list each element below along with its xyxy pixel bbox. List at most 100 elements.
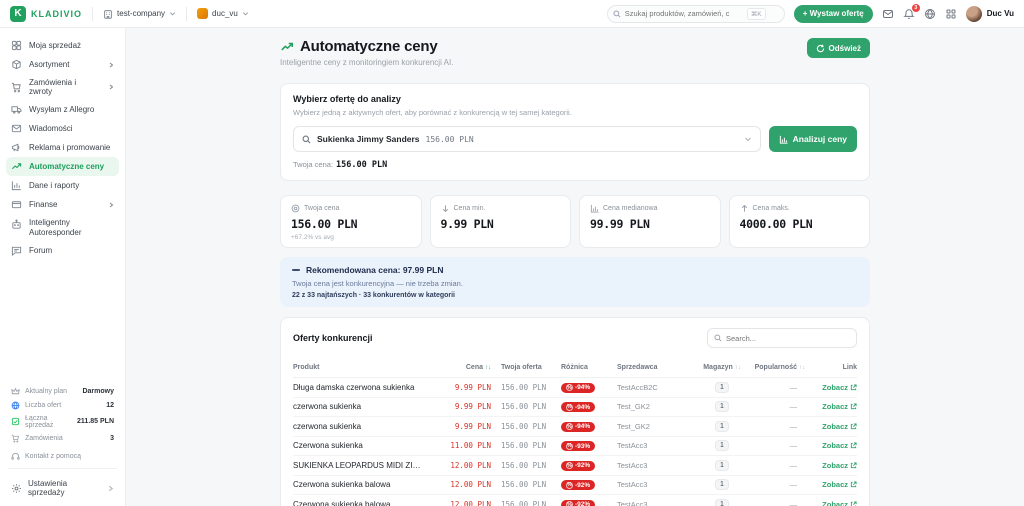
product-name: czerwona sukienka xyxy=(293,421,362,431)
organization-selector[interactable]: test-company xyxy=(103,9,176,19)
sidebar-item-forum[interactable]: Forum xyxy=(6,241,119,260)
user-menu[interactable]: Duc Vu xyxy=(965,5,1014,22)
col-roznica: Różnica xyxy=(561,364,588,371)
selected-offer-name: Sukienka Jimmy Sanders xyxy=(317,134,420,144)
stock-badge: 1 xyxy=(715,381,729,393)
stat-cards-row: Twoja cena 156.00 PLN +67.2% vs avg Cena… xyxy=(280,195,870,248)
sidebar-item-wysylam-z-allegro[interactable]: Wysyłam z Allegro xyxy=(6,100,119,119)
sales-settings-link[interactable]: Ustawienia sprzedaży xyxy=(6,474,119,500)
sidebar-item-dane-i-raporty[interactable]: Dane i raporty xyxy=(6,176,119,195)
chevron-right-icon xyxy=(107,485,114,492)
view-offer-link[interactable]: Zobacz xyxy=(809,441,857,450)
sidebar-item-wiadomosci[interactable]: Wiadomości xyxy=(6,119,119,138)
main-content: Automatyczne ceny Inteligentne ceny z mo… xyxy=(126,28,1024,506)
popularity-value: — xyxy=(789,421,798,431)
seller-name: TestAcc3 xyxy=(617,480,648,490)
percent-icon: % xyxy=(566,481,573,489)
sidebar-item-reklama[interactable]: Reklama i promowanie xyxy=(6,138,119,157)
sidebar-item-asortyment[interactable]: Asortyment xyxy=(6,55,119,74)
account-selector[interactable]: duc_vu xyxy=(197,8,249,19)
competitor-price: 12.00 PLN xyxy=(450,480,491,490)
divider xyxy=(186,6,188,21)
view-offer-link[interactable]: Zobacz xyxy=(809,461,857,470)
stat-card-your-price: Twoja cena 156.00 PLN +67.2% vs avg xyxy=(280,195,422,248)
col-cena[interactable]: Cena ↑↓ xyxy=(429,364,491,371)
percent-icon: % xyxy=(566,462,573,470)
bar-chart-icon xyxy=(11,181,21,191)
difference-badge: % -94% xyxy=(561,421,596,432)
competitor-price: 9.99 PLN xyxy=(454,402,491,412)
external-link-icon xyxy=(850,442,857,449)
seller-name: TestAcc3 xyxy=(617,499,648,506)
minus-icon xyxy=(292,269,300,271)
your-offer-price: 156.00 PLN xyxy=(501,499,547,506)
difference-badge: % -92% xyxy=(561,499,596,506)
refresh-button[interactable]: Odśwież xyxy=(806,38,870,58)
chevron-right-icon xyxy=(108,62,114,68)
wallet-icon xyxy=(11,201,22,209)
product-name: SUKIENKA LEOPARDUS MIDI ZIELONA xyxy=(293,460,429,470)
offers-count: 12 xyxy=(106,401,114,409)
your-price-stat: 156.00 PLN xyxy=(291,217,358,231)
stat-plan: Aktualny plan Darmowy xyxy=(6,384,119,398)
view-offer-link[interactable]: Zobacz xyxy=(809,402,857,411)
create-offer-button[interactable]: + Wystaw ofertę xyxy=(793,4,873,23)
external-link-icon xyxy=(850,423,857,429)
popularity-value: — xyxy=(789,480,798,490)
sidebar-item-autoresponder[interactable]: Inteligentny Autoresponder xyxy=(6,214,119,240)
globe-icon xyxy=(11,401,20,409)
offer-select-dropdown[interactable]: Sukienka Jimmy Sanders 156.00 PLN xyxy=(293,126,761,152)
table-row: Czerwona sukienka 11.00 PLN 156.00 PLN %… xyxy=(293,437,857,456)
view-offer-link[interactable]: Zobacz xyxy=(809,500,857,506)
view-offer-link[interactable]: Zobacz xyxy=(809,480,857,489)
refresh-icon xyxy=(816,44,824,52)
chevron-down-icon xyxy=(242,10,249,17)
mail-icon xyxy=(11,125,22,133)
table-row: Długa damska czerwona sukienka 9.99 PLN … xyxy=(293,378,857,398)
plan-value: Darmowy xyxy=(82,387,114,395)
robot-icon xyxy=(12,219,21,229)
stock-badge: 1 xyxy=(715,401,729,413)
language-globe-icon[interactable] xyxy=(924,8,936,20)
global-search[interactable]: ⌘K xyxy=(606,4,785,23)
view-offer-link[interactable]: Zobacz xyxy=(809,383,857,392)
divider xyxy=(8,468,117,469)
stock-badge: 1 xyxy=(715,498,729,506)
your-offer-price: 156.00 PLN xyxy=(501,460,547,470)
selected-offer-price: 156.00 PLN xyxy=(425,134,474,144)
table-row: czerwona sukienka 9.99 PLN 156.00 PLN % -… xyxy=(293,417,857,437)
sidebar-item-zamowienia[interactable]: Zamówienia i zwroty xyxy=(6,74,119,100)
seller-name: Test_GK2 xyxy=(617,421,650,431)
recommendation-banner: Rekomendowana cena: 97.99 PLN Twoja cena… xyxy=(280,257,870,307)
popularity-value: — xyxy=(789,382,798,392)
analyze-card-title: Wybierz ofertę do analizy xyxy=(293,94,401,104)
apps-grid-icon[interactable] xyxy=(945,8,957,20)
table-search-input[interactable] xyxy=(726,333,846,343)
arrow-down-icon xyxy=(442,205,448,213)
sidebar-item-moja-sprzedaz[interactable]: Moja sprzedaż xyxy=(6,36,119,55)
global-search-input[interactable] xyxy=(624,9,743,18)
sales-value: 211.85 PLN xyxy=(77,418,114,425)
table-header-row: Produkt Cena ↑↓ Twoja oferta Różnica Sprz… xyxy=(293,358,857,378)
page-title: Automatyczne ceny xyxy=(300,38,438,55)
product-name: Długa damska czerwona sukienka xyxy=(293,382,415,392)
table-search[interactable] xyxy=(707,328,857,348)
view-offer-link[interactable]: Zobacz xyxy=(809,422,857,431)
product-name: Czerwona sukienka xyxy=(293,441,363,451)
notifications-bell-icon[interactable]: 3 xyxy=(902,3,920,20)
col-produkt: Produkt xyxy=(293,364,320,371)
help-link[interactable]: Kontakt z pomocą xyxy=(6,449,119,463)
col-popularnosc[interactable]: Popularność ↑↓ xyxy=(747,364,809,371)
cart-icon xyxy=(11,434,19,442)
external-link-icon xyxy=(850,501,857,506)
divider xyxy=(92,6,94,21)
external-link-icon xyxy=(850,462,857,468)
analyze-prices-button[interactable]: Analizuj ceny xyxy=(768,126,857,152)
sidebar-item-automatyczne-ceny[interactable]: Automatyczne ceny xyxy=(6,157,119,177)
messages-icon[interactable] xyxy=(882,8,894,20)
col-magazyn[interactable]: Magazyn ↑↓ xyxy=(697,364,747,371)
table-row: Czerwona sukienka balowa 12.00 PLN 156.0… xyxy=(293,476,857,495)
sidebar-item-finanse[interactable]: Finanse xyxy=(6,195,119,214)
stock-badge: 1 xyxy=(715,459,729,471)
arrow-up-icon xyxy=(741,204,747,212)
